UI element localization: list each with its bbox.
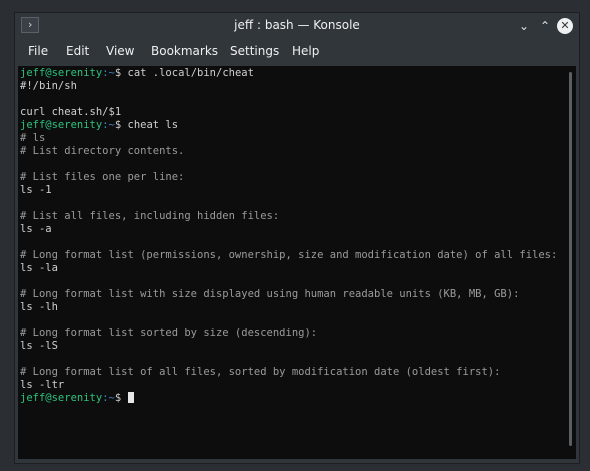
terminal-line: #!/bin/sh bbox=[20, 80, 557, 93]
terminal-line: # Long format list (permissions, ownersh… bbox=[20, 249, 557, 262]
comment-text: # Long format list of all files, sorted … bbox=[20, 366, 501, 378]
window-title: jeff : bash — Konsole bbox=[234, 18, 360, 32]
menu-help[interactable]: Help bbox=[292, 44, 319, 58]
prompt-symbol: $ bbox=[114, 67, 128, 79]
output-text: ls -a bbox=[20, 223, 52, 235]
terminal-line: ls -lS bbox=[20, 340, 557, 353]
comment-text: # ls bbox=[20, 132, 46, 144]
terminal-line: ls -lh bbox=[20, 301, 557, 314]
terminal-line: curl cheat.sh/$1 bbox=[20, 106, 557, 119]
output-text: ls -la bbox=[20, 262, 58, 274]
title-bar[interactable]: › jeff : bash — Konsole ⌄ ⌃ ✕ bbox=[15, 13, 579, 39]
prompt-symbol: $ bbox=[114, 392, 128, 404]
close-icon[interactable]: ✕ bbox=[557, 18, 573, 34]
terminal-line: # List files one per line: bbox=[20, 171, 557, 184]
comment-text: # Long format list with size displayed u… bbox=[20, 288, 520, 300]
terminal-line: # List directory contents. bbox=[20, 145, 557, 158]
prompt-path: :~ bbox=[102, 67, 115, 79]
terminal-output: jeff@serenity:~$ cat .local/bin/cheat #!/… bbox=[20, 67, 557, 405]
prompt-symbol: $ bbox=[114, 119, 128, 131]
prompt-user: jeff@serenity bbox=[20, 119, 103, 131]
output-text: curl cheat.sh/$1 bbox=[20, 106, 122, 118]
terminal-line: ls -1 bbox=[20, 184, 557, 197]
konsole-window: › jeff : bash — Konsole ⌄ ⌃ ✕ File Edit … bbox=[14, 12, 580, 464]
comment-text: # List files one per line: bbox=[20, 171, 185, 183]
prompt-user: jeff@serenity bbox=[20, 392, 103, 404]
terminal-line: # List all files, including hidden files… bbox=[20, 210, 557, 223]
menu-bookmarks[interactable]: Bookmarks bbox=[151, 44, 218, 58]
comment-text: # Long format list sorted by size (desce… bbox=[20, 327, 318, 339]
command-text: cat .local/bin/cheat bbox=[127, 67, 254, 79]
menu-settings[interactable]: Settings bbox=[230, 44, 279, 58]
terminal-line: ls -ltr bbox=[20, 379, 557, 392]
terminal-line: # Long format list with size displayed u… bbox=[20, 288, 557, 301]
output-text: #!/bin/sh bbox=[20, 80, 77, 92]
menu-bar: File Edit View Bookmarks Settings Help bbox=[15, 41, 579, 63]
terminal-view[interactable]: jeff@serenity:~$ cat .local/bin/cheat #!/… bbox=[18, 66, 576, 459]
prompt-path: :~ bbox=[102, 119, 115, 131]
scrollbar[interactable] bbox=[569, 72, 572, 446]
text-cursor bbox=[127, 392, 134, 403]
comment-text: # List directory contents. bbox=[20, 145, 185, 157]
menu-view[interactable]: View bbox=[106, 44, 134, 58]
terminal-line: jeff@serenity:~$ bbox=[20, 392, 557, 405]
output-text: ls -ltr bbox=[20, 379, 65, 391]
terminal-line: jeff@serenity:~$ cheat ls bbox=[20, 119, 557, 132]
output-text: ls -lS bbox=[20, 340, 58, 352]
output-text: ls -lh bbox=[20, 301, 58, 313]
menu-file[interactable]: File bbox=[28, 44, 48, 58]
terminal-line: jeff@serenity:~$ cat .local/bin/cheat bbox=[20, 67, 557, 80]
prompt-path: :~ bbox=[102, 392, 115, 404]
terminal-line: ls -a bbox=[20, 223, 557, 236]
terminal-line: ls -la bbox=[20, 262, 557, 275]
terminal-line: # Long format list sorted by size (desce… bbox=[20, 327, 557, 340]
terminal-line: # Long format list of all files, sorted … bbox=[20, 366, 557, 379]
terminal-line: # ls bbox=[20, 132, 557, 145]
comment-text: # Long format list (permissions, ownersh… bbox=[20, 249, 558, 261]
prompt-user: jeff@serenity bbox=[20, 67, 103, 79]
minimize-icon[interactable]: ⌄ bbox=[515, 17, 533, 35]
command-text: cheat ls bbox=[127, 119, 179, 131]
comment-text: # List all files, including hidden files… bbox=[20, 210, 280, 222]
maximize-icon[interactable]: ⌃ bbox=[536, 17, 554, 35]
menu-edit[interactable]: Edit bbox=[66, 44, 89, 58]
output-text: ls -1 bbox=[20, 184, 52, 196]
